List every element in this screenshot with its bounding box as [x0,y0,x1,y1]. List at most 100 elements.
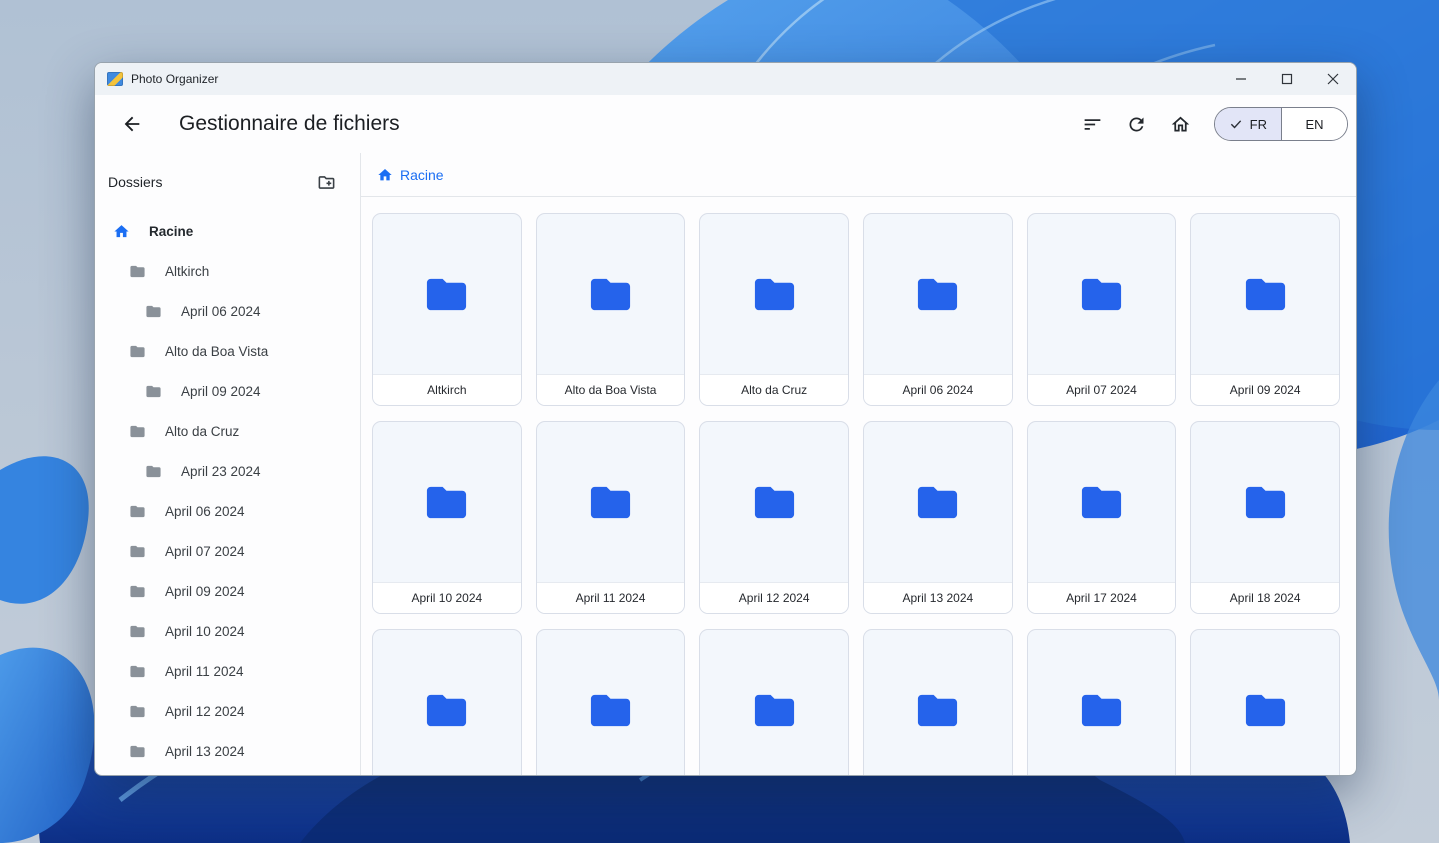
folder-card[interactable]: April 13 2024 [863,421,1013,614]
sidebar-header: Dossiers [95,167,360,197]
folder-card-label: Altkirch [427,383,466,397]
folder-card-body [373,630,521,776]
folder-card[interactable]: April 09 2024 [1190,213,1340,406]
folder-card-label: April 06 2024 [902,383,973,397]
folder-card[interactable]: April 17 2024 [1027,421,1177,614]
folder-card-body [864,214,1012,374]
maximize-icon [1281,73,1293,85]
folder-icon [423,271,470,318]
folder-icon [751,271,798,318]
breadcrumb-bar: Racine [361,153,1356,197]
language-option-en[interactable]: EN [1281,108,1347,140]
folder-icon [587,479,634,526]
folder-card[interactable] [372,629,522,776]
home-button[interactable] [1164,107,1198,141]
folder-icon [1078,479,1125,526]
header: Gestionnaire de fichiers FR EN [95,95,1356,153]
tree-item[interactable]: April 07 2024 [95,531,360,571]
tree-item[interactable]: April 23 2024 [95,451,360,491]
tree-item[interactable]: April 11 2024 [95,651,360,691]
folder-card[interactable] [699,629,849,776]
folder-card-body [700,214,848,374]
folder-card[interactable]: April 11 2024 [536,421,686,614]
window-content: Dossiers RacineAltkirchApril 06 2024Alto… [95,153,1356,776]
folder-icon [129,623,146,640]
folder-card-footer: Alto da Cruz [700,374,848,405]
tree-item-label: Alto da Cruz [165,424,239,439]
sidebar: Dossiers RacineAltkirchApril 06 2024Alto… [95,153,361,776]
folder-card[interactable] [536,629,686,776]
tree-item-label: Racine [149,224,193,239]
tree-item-label: April 06 2024 [165,504,245,519]
home-icon [1170,114,1191,135]
tree-item[interactable]: April 06 2024 [95,291,360,331]
arrow-left-icon [121,113,143,135]
folder-card[interactable]: April 18 2024 [1190,421,1340,614]
folder-icon [129,503,146,520]
sort-button[interactable] [1076,107,1110,141]
tree-item-label: April 07 2024 [165,544,245,559]
folder-card-label: April 17 2024 [1066,591,1137,605]
close-button[interactable] [1310,63,1356,95]
tree-item-label: April 09 2024 [165,584,245,599]
language-option-fr[interactable]: FR [1215,108,1281,140]
folder-card[interactable] [1190,629,1340,776]
main-panel: Racine Altkirch Alto da Boa Vista Alto da … [361,153,1356,776]
back-button[interactable] [115,107,149,141]
folder-icon [1078,271,1125,318]
folder-icon [129,703,146,720]
page-title: Gestionnaire de fichiers [179,112,400,136]
refresh-button[interactable] [1120,107,1154,141]
folder-card[interactable]: April 06 2024 [863,213,1013,406]
tree-item-label: April 11 2024 [165,664,244,679]
tree-item[interactable]: April 09 2024 [95,571,360,611]
tree-item[interactable]: April 06 2024 [95,491,360,531]
folder-icon [129,543,146,560]
folder-card-body [1191,214,1339,374]
folder-icon [129,583,146,600]
tree-item[interactable]: April 10 2024 [95,611,360,651]
folder-card[interactable]: April 07 2024 [1027,213,1177,406]
folder-card-body [537,214,685,374]
folder-card-label: Alto da Cruz [741,383,807,397]
minimize-button[interactable] [1218,63,1264,95]
folder-card[interactable] [863,629,1013,776]
folder-card[interactable]: April 12 2024 [699,421,849,614]
folder-card-label: April 09 2024 [1230,383,1301,397]
tree-item-label: Altkirch [165,264,209,279]
tree-item[interactable]: Racine [95,211,360,251]
breadcrumb[interactable]: Racine [377,167,444,183]
folder-card[interactable]: Alto da Boa Vista [536,213,686,406]
tree-item[interactable]: Alto da Boa Vista [95,331,360,371]
close-icon [1327,73,1339,85]
folder-card-footer: April 10 2024 [373,582,521,613]
tree-item[interactable]: Altkirch [95,251,360,291]
tree-item[interactable]: April 09 2024 [95,371,360,411]
folder-card-body [1191,422,1339,582]
folder-card-body [700,422,848,582]
tree-item[interactable]: April 12 2024 [95,691,360,731]
tree-item-label: April 10 2024 [165,624,245,639]
folder-icon [587,687,634,734]
folder-icon [129,343,146,360]
tree-item[interactable]: April 13 2024 [95,731,360,771]
folder-card[interactable]: April 10 2024 [372,421,522,614]
folder-card[interactable] [1027,629,1177,776]
language-option-fr-label: FR [1250,117,1267,132]
folder-card-body [537,422,685,582]
folder-card-label: Alto da Boa Vista [565,383,657,397]
check-icon [1229,117,1243,131]
folder-card[interactable]: Altkirch [372,213,522,406]
sidebar-title: Dossiers [108,174,162,190]
folder-icon [145,383,162,400]
minimize-icon [1235,73,1247,85]
folder-card-body [864,630,1012,776]
home-icon [377,167,393,183]
tree-item[interactable]: Alto da Cruz [95,411,360,451]
folder-card-body [700,630,848,776]
folder-card[interactable]: Alto da Cruz [699,213,849,406]
new-folder-button[interactable] [315,171,337,193]
folder-card-body [864,422,1012,582]
maximize-button[interactable] [1264,63,1310,95]
window-controls [1218,63,1356,95]
